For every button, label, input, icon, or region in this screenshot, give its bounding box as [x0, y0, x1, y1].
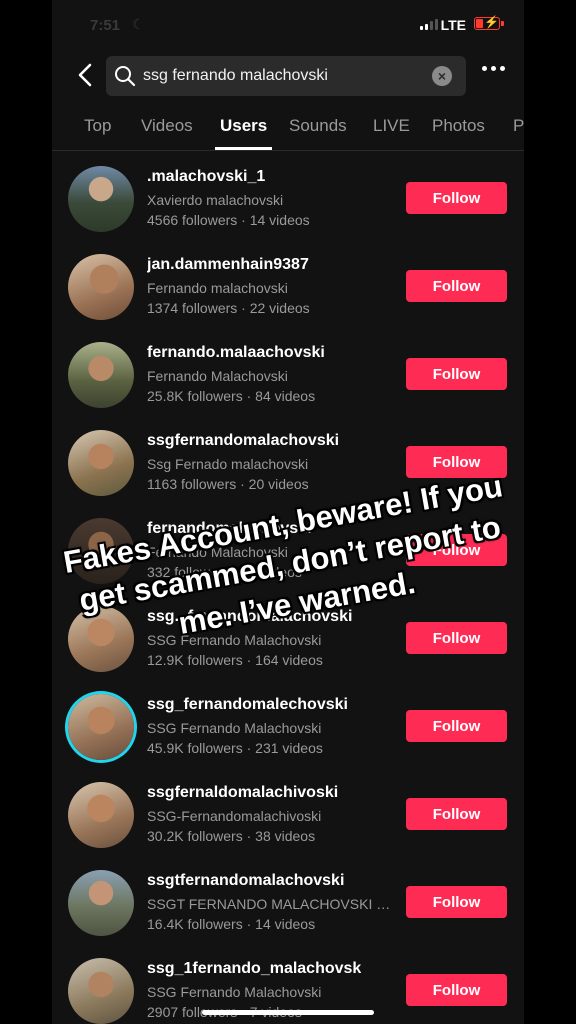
user-stats: 30.2K followers · 38 videos	[147, 828, 316, 844]
user-row[interactable]: .malachovski_1 Xavierdo malachovski 4566 f…	[52, 166, 524, 254]
tab-top[interactable]: Top	[84, 116, 111, 136]
username: fernandomalachovski	[147, 520, 312, 537]
user-row[interactable]: ssgtfernandomalachovski SSGT FERNANDO MAL…	[52, 870, 524, 958]
chevron-left-icon	[78, 63, 92, 87]
follow-button[interactable]: Follow	[406, 358, 507, 390]
follow-button[interactable]: Follow	[406, 974, 507, 1006]
tab-users[interactable]: Users	[214, 116, 273, 150]
user-row[interactable]: ssgfernaldomalachivoski SSG-Fernandomalac…	[52, 782, 524, 870]
display-name: SSG-Fernandomalachivoski	[147, 808, 322, 824]
avatar[interactable]	[68, 342, 134, 408]
battery-icon: ⚡	[474, 15, 500, 30]
more-options-icon[interactable]	[482, 66, 505, 71]
follow-button[interactable]: Follow	[406, 886, 507, 918]
display-name: Fernando Malachovski	[147, 368, 288, 384]
tab-photos[interactable]: Photos	[432, 116, 485, 136]
search-bar[interactable]: ssg fernando malachovski ×	[106, 56, 466, 96]
display-name: Fernando Malachovski	[147, 544, 288, 560]
user-stats: 332 followers · 15 videos	[147, 564, 302, 580]
username: fernando.malaachovski	[147, 344, 325, 361]
user-row[interactable]: ssg_fernandomalechovski SSG Fernando Mala…	[52, 694, 524, 782]
avatar[interactable]	[68, 166, 134, 232]
avatar[interactable]	[68, 518, 134, 584]
network-label: LTE	[440, 17, 466, 33]
tab-more[interactable]: P	[513, 116, 524, 136]
clear-search-icon[interactable]: ×	[432, 66, 452, 86]
user-row[interactable]: ssgfernandomalachovski Ssg Fernado malach…	[52, 430, 524, 518]
user-stats: 1163 followers · 20 videos	[147, 476, 309, 492]
user-row[interactable]: jan.dammenhain9387 Fernando malachovski 13…	[52, 254, 524, 342]
user-row[interactable]: fernandomalachovski Fernando Malachovski 3…	[52, 518, 524, 606]
follow-button[interactable]: Follow	[406, 534, 507, 566]
search-results-screen: 7:51 ☾ LTE ⚡ ssg fernando malachovski × …	[52, 0, 524, 1024]
display-name: SSGT FERNANDO MALACHOVSKI USA	[147, 896, 397, 912]
avatar[interactable]	[68, 958, 134, 1024]
follow-button[interactable]: Follow	[406, 622, 507, 654]
avatar[interactable]	[68, 782, 134, 848]
username: ssg._fernandomalachovski	[147, 608, 353, 625]
avatar[interactable]	[68, 870, 134, 936]
username: ssg_fernandomalechovski	[147, 696, 348, 713]
display-name: Ssg Fernado malachovski	[147, 456, 309, 472]
avatar[interactable]	[68, 694, 134, 760]
search-icon	[114, 65, 136, 92]
user-stats: 25.8K followers · 84 videos	[147, 388, 316, 404]
follow-button[interactable]: Follow	[406, 182, 507, 214]
tab-live[interactable]: LIVE	[373, 116, 410, 136]
username: ssg_1fernando_malachovsk	[147, 960, 362, 977]
follow-button[interactable]: Follow	[406, 710, 507, 742]
follow-button[interactable]: Follow	[406, 446, 507, 478]
user-stats: 12.9K followers · 164 videos	[147, 652, 323, 668]
tab-sounds[interactable]: Sounds	[289, 116, 347, 136]
user-stats: 4566 followers · 14 videos	[147, 212, 310, 228]
display-name: SSG Fernando Malachovski	[147, 632, 322, 648]
avatar[interactable]	[68, 254, 134, 320]
avatar[interactable]	[68, 430, 134, 496]
display-name: Xavierdo malachovski	[147, 192, 284, 208]
follow-button[interactable]: Follow	[406, 270, 507, 302]
signal-icon	[420, 19, 438, 30]
user-stats: 45.9K followers · 231 videos	[147, 740, 323, 756]
username: .malachovski_1	[147, 168, 266, 185]
user-row[interactable]: fernando.malaachovski Fernando Malachovsk…	[52, 342, 524, 430]
username: ssgfernaldomalachivoski	[147, 784, 339, 801]
moon-icon: ☾	[132, 16, 145, 32]
search-input[interactable]: ssg fernando malachovski	[143, 67, 328, 85]
user-row[interactable]: ssg._fernandomalachovski SSG Fernando Mal…	[52, 606, 524, 694]
avatar[interactable]	[68, 606, 134, 672]
follow-button[interactable]: Follow	[406, 798, 507, 830]
status-time: 7:51	[90, 17, 121, 34]
user-stats: 16.4K followers · 14 videos	[147, 916, 316, 932]
home-indicator	[202, 1010, 374, 1015]
result-tabs: Top Videos Users Sounds LIVE Photos P	[52, 116, 524, 151]
display-name: Fernando malachovski	[147, 280, 288, 296]
display-name: SSG Fernando Malachovski	[147, 720, 322, 736]
username: jan.dammenhain9387	[147, 256, 309, 273]
user-stats: 1374 followers · 22 videos	[147, 300, 310, 316]
username: ssgfernandomalachovski	[147, 432, 340, 449]
username: ssgtfernandomalachovski	[147, 872, 345, 889]
tab-videos[interactable]: Videos	[141, 116, 193, 136]
status-bar: 7:51 ☾ LTE ⚡	[52, 0, 524, 52]
display-name: SSG Fernando Malachovski	[147, 984, 322, 1000]
back-button[interactable]	[74, 60, 98, 90]
